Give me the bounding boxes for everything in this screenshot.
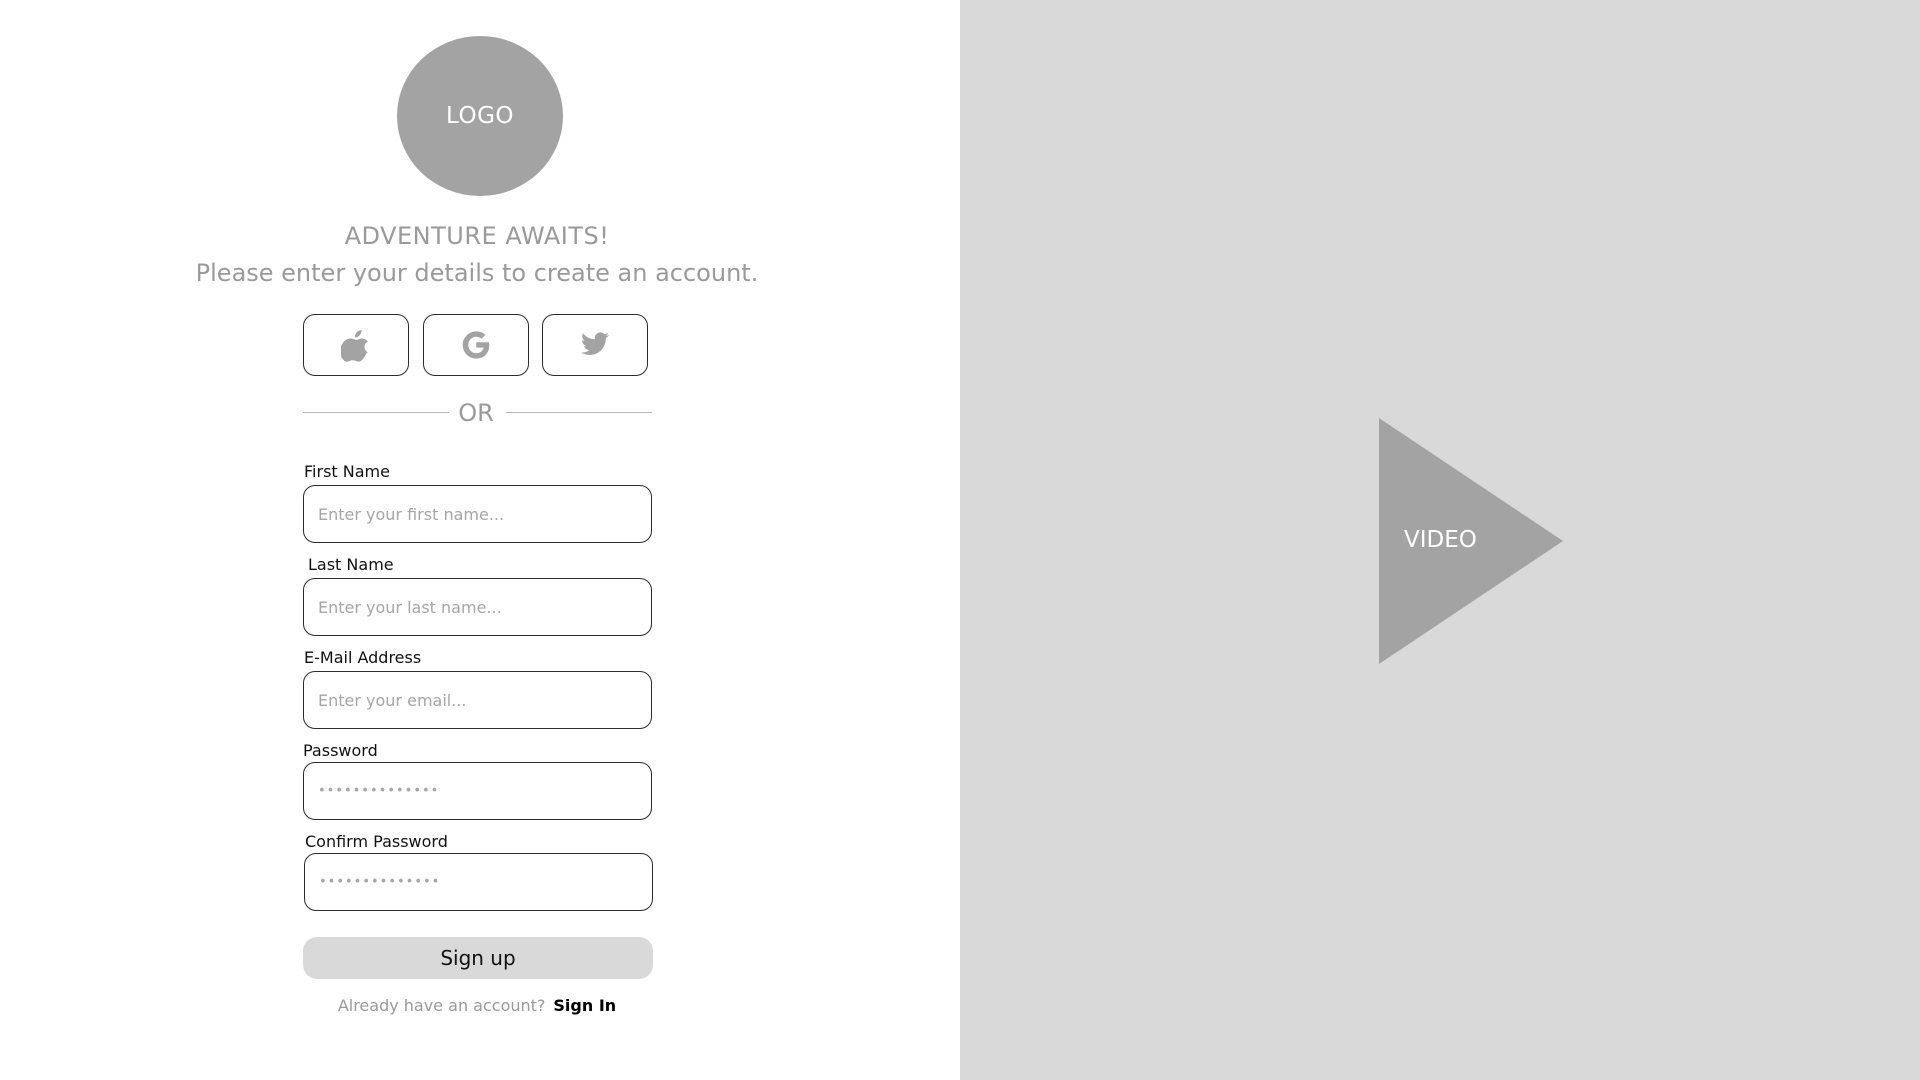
apple-signup-button[interactable]: [303, 314, 409, 376]
page-title: ADVENTURE AWAITS!: [344, 222, 610, 250]
divider-text: OR: [458, 399, 494, 427]
divider-line-right: [506, 412, 652, 413]
divider-line-left: [303, 412, 449, 413]
password-input[interactable]: [303, 762, 652, 820]
first-name-input[interactable]: [303, 485, 652, 543]
twitter-icon: [580, 332, 609, 355]
signin-link[interactable]: Sign In: [553, 996, 616, 1015]
email-input[interactable]: [303, 671, 652, 729]
password-label: Password: [303, 741, 378, 760]
video-label: VIDEO: [1404, 527, 1477, 553]
signin-prompt: Already have an account?: [337, 996, 546, 1015]
confirm-password-field: ••••••••••••••: [304, 853, 653, 911]
last-name-input[interactable]: [303, 578, 652, 636]
signup-panel: LOGO ADVENTURE AWAITS! Please enter your…: [0, 0, 960, 1080]
confirm-password-label: Confirm Password: [305, 832, 448, 851]
last-name-label: Last Name: [308, 555, 394, 574]
page-subtitle: Please enter your details to create an a…: [195, 259, 759, 287]
signin-row: Already have an account? Sign In: [0, 996, 954, 1015]
password-field: ••••••••••••••: [303, 762, 652, 820]
confirm-password-input[interactable]: [304, 853, 653, 911]
google-icon: [462, 331, 490, 359]
google-signup-button[interactable]: [423, 314, 529, 376]
signup-page: LOGO ADVENTURE AWAITS! Please enter your…: [0, 0, 1920, 1080]
first-name-label: First Name: [304, 462, 390, 481]
signup-button[interactable]: Sign up: [303, 937, 653, 979]
twitter-signup-button[interactable]: [542, 314, 648, 376]
logo-text: LOGO: [445, 103, 515, 129]
logo: LOGO: [397, 36, 563, 196]
email-label: E-Mail Address: [304, 648, 422, 667]
apple-icon: [341, 330, 369, 362]
